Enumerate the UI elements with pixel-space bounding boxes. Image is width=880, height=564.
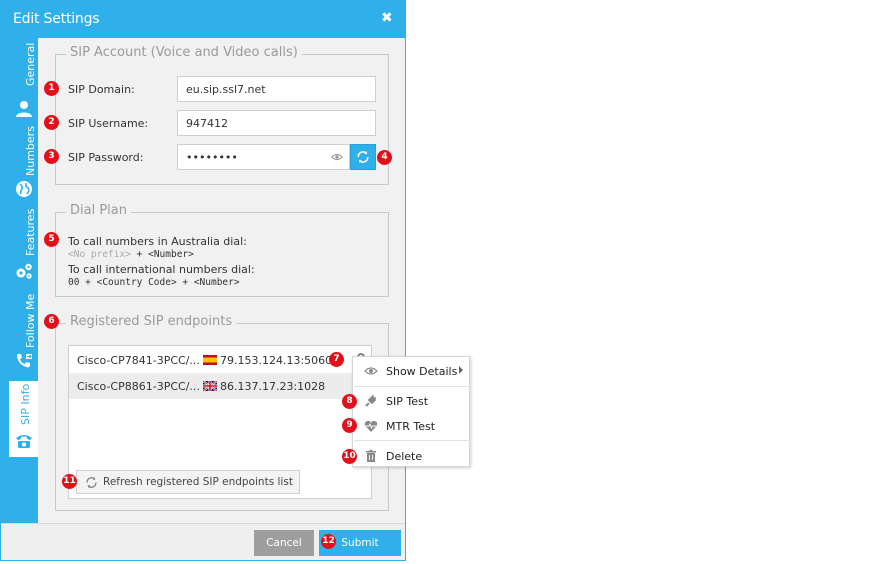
sip-username-field[interactable]: 947412: [177, 110, 376, 136]
annotation-badge: 7: [329, 352, 344, 367]
tab-features-label: Features: [24, 208, 37, 256]
sip-password-field[interactable]: ••••••••: [177, 144, 350, 170]
annotation-badge: 1: [44, 81, 59, 96]
dialog-title: Edit Settings: [13, 11, 100, 27]
annotation-badge: 11: [62, 474, 77, 489]
annotation-badge: 10: [342, 449, 357, 464]
table-row[interactable]: Cisco-CP7841-3PCC/... 79.153.124.13:5060: [69, 347, 371, 373]
eye-icon: [364, 367, 378, 375]
menu-divider: [354, 386, 470, 387]
annotation-badge: 5: [44, 232, 59, 247]
dial-plan-local-text: To call numbers in Australia dial:: [68, 235, 247, 248]
cancel-button[interactable]: Cancel: [254, 530, 314, 556]
tab-general[interactable]: General: [1, 42, 37, 126]
gears-icon: [16, 263, 32, 279]
dial-plan-local-format: <No prefix> + <Number>: [68, 249, 194, 260]
annotation-badge: 9: [342, 418, 357, 433]
close-icon[interactable]: ✖: [381, 10, 393, 26]
tab-general-label: General: [24, 42, 37, 86]
dial-plan-legend: Dial Plan: [66, 203, 131, 218]
menu-item-delete[interactable]: Delete: [353, 444, 469, 468]
user-icon: [16, 101, 32, 117]
tab-sip-info[interactable]: SIP Info: [9, 381, 39, 457]
dialog-footer: Cancel Submit: [1, 523, 405, 560]
endpoint-context-menu: Show Details SIP Test MTR Test Delete: [352, 356, 470, 467]
spain-flag-icon: [203, 355, 217, 365]
heartbeat-icon: [364, 420, 378, 432]
no-prefix-text: <No prefix>: [68, 249, 131, 260]
edit-settings-dialog: Edit Settings ✖ General Numbers Features: [0, 0, 406, 561]
tab-numbers-label: Numbers: [24, 126, 37, 176]
trash-icon: [366, 449, 376, 462]
menu-item-mtr-test[interactable]: MTR Test: [353, 414, 469, 438]
sip-domain-field[interactable]: eu.sip.ssl7.net: [177, 76, 376, 102]
annotation-badge: 4: [377, 150, 392, 165]
sip-password-value: ••••••••: [186, 151, 238, 164]
settings-sidebar: General Numbers Features Follow Me SIP I…: [1, 38, 39, 523]
sip-password-label: SIP Password:: [68, 151, 144, 164]
refresh-endpoints-label: Refresh registered SIP endpoints list: [103, 476, 293, 488]
endpoint-ip: 79.153.124.13:5060: [220, 354, 333, 367]
dial-plan-international-format: 00 + <Country Code> + <Number>: [68, 277, 240, 288]
menu-item-label: Show Details: [386, 365, 458, 378]
globe-icon: [16, 181, 32, 197]
tab-features[interactable]: Features: [1, 208, 37, 288]
annotation-badge: 12: [321, 534, 336, 549]
annotation-badge: 3: [44, 149, 59, 164]
tab-numbers[interactable]: Numbers: [1, 126, 37, 206]
endpoint-name: Cisco-CP7841-3PCC/...: [77, 354, 200, 367]
uk-flag-icon: [203, 381, 217, 391]
refresh-icon: [86, 477, 97, 488]
annotation-badge: 2: [44, 115, 59, 130]
endpoints-legend: Registered SIP endpoints: [66, 314, 237, 329]
annotation-badge: 6: [44, 314, 59, 329]
desk-phone-icon: [16, 435, 32, 448]
plug-icon: [365, 395, 377, 407]
chevron-right-icon: [459, 366, 463, 374]
tab-sip-info-label: SIP Info: [19, 383, 32, 425]
sip-account-legend: SIP Account (Voice and Video calls): [66, 45, 302, 60]
dialog-titlebar: Edit Settings ✖: [1, 1, 405, 38]
dial-plan-international-text: To call international numbers dial:: [68, 263, 255, 276]
menu-item-sip-test[interactable]: SIP Test: [353, 389, 469, 413]
eye-icon[interactable]: [331, 151, 343, 163]
regenerate-password-button[interactable]: [350, 144, 376, 170]
menu-item-label: Delete: [386, 450, 423, 463]
refresh-endpoints-button[interactable]: Refresh registered SIP endpoints list: [76, 470, 300, 494]
tab-follow-me-label: Follow Me: [24, 293, 37, 348]
menu-item-label: MTR Test: [386, 420, 436, 433]
menu-item-show-details[interactable]: Show Details: [353, 359, 469, 383]
menu-item-label: SIP Test: [386, 395, 429, 408]
tab-follow-me[interactable]: Follow Me: [1, 292, 37, 376]
sip-username-label: SIP Username:: [68, 117, 149, 130]
annotation-badge: 8: [342, 394, 357, 409]
sip-domain-label: SIP Domain:: [68, 83, 135, 96]
phone-forward-icon: [17, 354, 32, 368]
menu-divider: [354, 440, 470, 441]
endpoint-name: Cisco-CP8861-3PCC/...: [77, 380, 200, 393]
table-row[interactable]: Cisco-CP8861-3PCC/... 86.137.17.23:1028: [69, 373, 371, 399]
refresh-icon: [357, 151, 369, 163]
endpoint-ip: 86.137.17.23:1028: [220, 380, 326, 393]
local-number-text: + <Number>: [136, 249, 194, 260]
